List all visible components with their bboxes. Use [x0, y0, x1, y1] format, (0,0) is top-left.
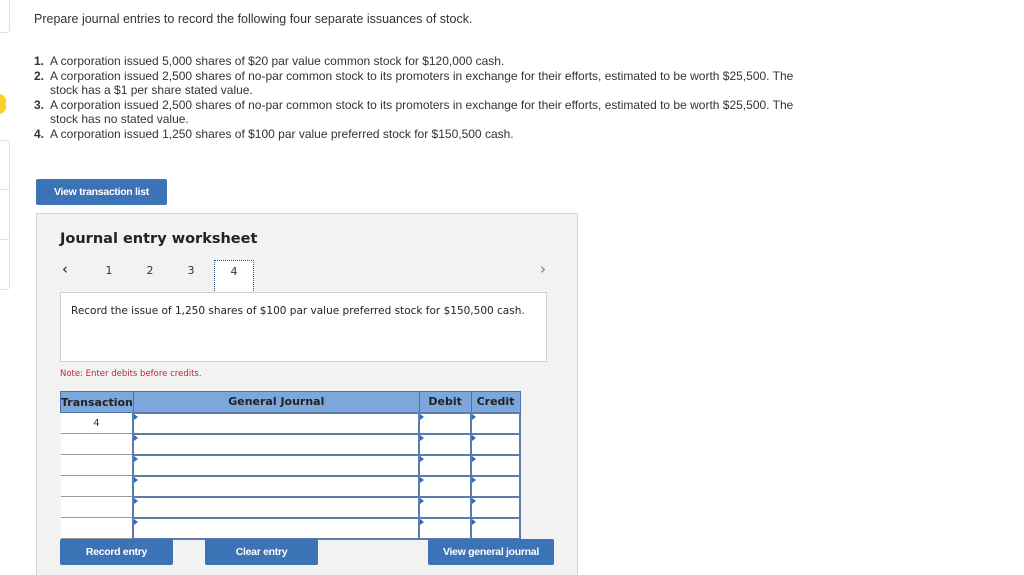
table-row	[60, 516, 521, 540]
table-row	[60, 432, 521, 456]
record-entry-button[interactable]: Record entry	[60, 539, 173, 565]
question-text: A corporation issued 2,500 shares of no-…	[50, 68, 794, 98]
debit-cell[interactable]	[418, 453, 473, 477]
question-list: 1. A corporation issued 5,000 shares of $…	[34, 54, 794, 141]
credit-input[interactable]	[472, 478, 519, 497]
chevron-right-icon[interactable]: ›	[540, 260, 546, 278]
account-cell[interactable]	[132, 411, 421, 435]
column-header-credit: Credit	[470, 391, 521, 413]
debit-input[interactable]	[420, 499, 471, 518]
side-nav-card[interactable]	[0, 0, 10, 33]
credit-input[interactable]	[472, 520, 519, 539]
debit-input[interactable]	[420, 520, 471, 539]
clear-entry-button[interactable]: Clear entry	[205, 539, 318, 565]
column-header-debit: Debit	[418, 391, 472, 413]
note-text: Note: Enter debits before credits.	[60, 369, 202, 379]
question-number: 3.	[34, 97, 45, 112]
transaction-cell: 4	[60, 412, 134, 434]
credit-cell[interactable]	[470, 495, 521, 519]
debit-cell[interactable]	[418, 474, 473, 498]
transaction-cell	[60, 517, 134, 539]
account-input[interactable]	[134, 457, 419, 476]
general-journal-table: Transaction General Journal Debit Credit…	[60, 391, 521, 540]
debit-input[interactable]	[420, 415, 471, 434]
debit-cell[interactable]	[418, 432, 473, 456]
debit-cell[interactable]	[418, 411, 473, 435]
account-input[interactable]	[134, 520, 419, 539]
debit-input[interactable]	[420, 436, 471, 455]
account-cell[interactable]	[132, 495, 421, 519]
table-row: 4	[60, 411, 521, 435]
account-input[interactable]	[134, 436, 419, 455]
question-item: 1. A corporation issued 5,000 shares of $…	[34, 54, 794, 69]
question-number: 4.	[34, 126, 45, 141]
credit-cell[interactable]	[470, 516, 521, 540]
table-row	[60, 453, 521, 477]
transaction-cell	[60, 454, 134, 476]
instructions: Prepare journal entries to record the fo…	[34, 12, 473, 26]
column-header-general-journal: General Journal	[132, 391, 420, 413]
tab-3[interactable]: 3	[171, 260, 211, 290]
table-row	[60, 495, 521, 519]
transaction-description: Record the issue of 1,250 shares of $100…	[60, 292, 547, 362]
debit-input[interactable]	[420, 478, 471, 497]
credit-input[interactable]	[472, 415, 519, 434]
question-text: A corporation issued 2,500 shares of no-…	[50, 97, 794, 127]
account-input[interactable]	[134, 499, 419, 518]
view-general-journal-button[interactable]: View general journal	[428, 539, 554, 565]
credit-cell[interactable]	[470, 411, 521, 435]
question-text: A corporation issued 1,250 shares of $10…	[50, 126, 514, 141]
account-cell[interactable]	[132, 432, 421, 456]
credit-cell[interactable]	[470, 432, 521, 456]
question-item: 3. A corporation issued 2,500 shares of n…	[34, 98, 794, 127]
debit-cell[interactable]	[418, 516, 473, 540]
worksheet-title: Journal entry worksheet	[60, 231, 258, 247]
column-header-transaction: Transaction	[60, 391, 134, 413]
side-nav-divider	[0, 239, 9, 240]
account-input[interactable]	[134, 415, 419, 434]
flag-badge[interactable]	[0, 94, 6, 114]
question-item: 4. A corporation issued 1,250 shares of $…	[34, 127, 794, 142]
account-cell[interactable]	[132, 516, 421, 540]
question-number: 2.	[34, 68, 45, 83]
credit-input[interactable]	[472, 436, 519, 455]
credit-cell[interactable]	[470, 453, 521, 477]
debit-input[interactable]	[420, 457, 471, 476]
debit-cell[interactable]	[418, 495, 473, 519]
account-cell[interactable]	[132, 474, 421, 498]
view-transaction-list-button[interactable]: View transaction list	[36, 179, 167, 205]
credit-input[interactable]	[472, 457, 519, 476]
tab-4[interactable]: 4	[214, 260, 254, 293]
account-cell[interactable]	[132, 453, 421, 477]
journal-entry-worksheet: Journal entry worksheet ‹ 1 2 3 4 › Reco…	[36, 213, 578, 575]
tab-1[interactable]: 1	[89, 260, 129, 290]
question-number: 1.	[34, 54, 45, 68]
side-nav-divider	[0, 189, 9, 190]
table-row	[60, 474, 521, 498]
transaction-cell	[60, 433, 134, 455]
question-item: 2. A corporation issued 2,500 shares of n…	[34, 69, 794, 98]
transaction-cell	[60, 475, 134, 497]
transaction-cell	[60, 496, 134, 518]
question-text: A corporation issued 5,000 shares of $20…	[50, 54, 505, 68]
side-nav-panel	[0, 140, 10, 290]
chevron-left-icon[interactable]: ‹	[62, 260, 68, 278]
credit-input[interactable]	[472, 499, 519, 518]
tab-2[interactable]: 2	[130, 260, 170, 290]
credit-cell[interactable]	[470, 474, 521, 498]
account-input[interactable]	[134, 478, 419, 497]
